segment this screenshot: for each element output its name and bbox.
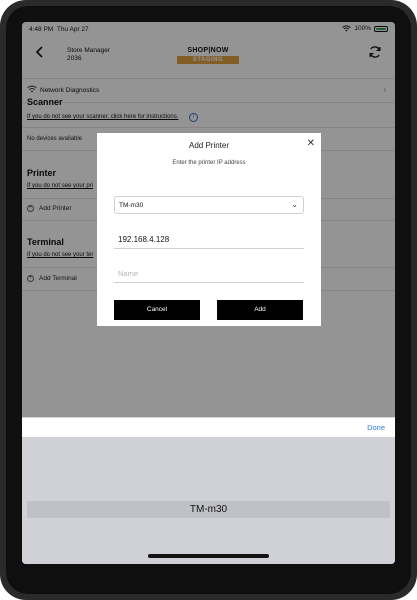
dialog-subtitle: Enter the printer IP address: [172, 160, 246, 166]
close-icon[interactable]: ✕: [307, 138, 315, 149]
printer-model-value: TM-m30: [119, 202, 144, 209]
name-field[interactable]: Name: [114, 262, 304, 283]
screen: 4:48 PM Thu Apr 27 100% Store Manager 20…: [22, 22, 395, 564]
add-printer-dialog: Add Printer ✕ Enter the printer IP addre…: [97, 133, 321, 326]
done-button[interactable]: Done: [367, 423, 385, 432]
home-indicator: [148, 554, 269, 558]
chevron-down-icon: ⌄: [291, 200, 298, 209]
cancel-button[interactable]: Cancel: [114, 300, 200, 320]
picker-selected-option[interactable]: TM-m30: [27, 501, 390, 518]
ip-address-field[interactable]: 192.168.4.128: [114, 228, 304, 249]
dialog-title: Add Printer: [188, 141, 230, 150]
name-placeholder: Name: [118, 269, 139, 278]
picker-toolbar: Done: [22, 417, 395, 438]
picker-wheel[interactable]: TM-m30: [22, 437, 395, 564]
ip-address-value: 192.168.4.128: [118, 235, 170, 244]
ipad-frame: 4:48 PM Thu Apr 27 100% Store Manager 20…: [0, 0, 417, 600]
add-button[interactable]: Add: [217, 300, 303, 320]
printer-model-select[interactable]: TM-m30 ⌄: [114, 196, 304, 214]
